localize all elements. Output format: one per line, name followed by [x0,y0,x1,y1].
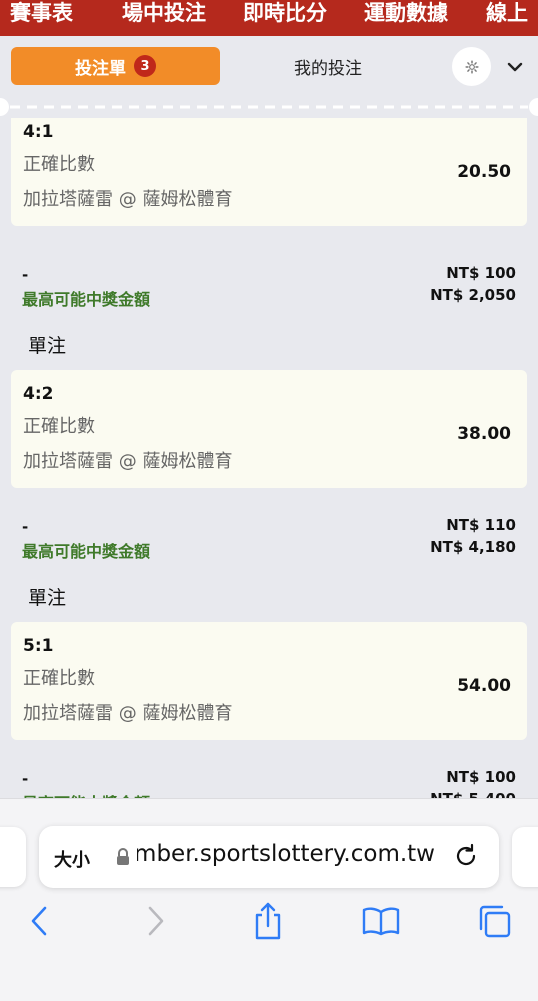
bet-card[interactable]: 4:1 正確比數 加拉塔薩雷 @ 薩姆松體育 20.50 [11,118,527,226]
single-bet-label: 單注 [28,335,67,357]
back-button[interactable] [17,899,61,943]
betslip-count-badge: 3 [134,55,156,77]
bet-score: 4:1 [23,122,54,142]
forward-button[interactable] [134,899,178,943]
max-payout-amount: NT$ 4,180 [430,538,516,556]
bet-odds: 20.50 [457,162,511,182]
bet-market: 正確比數 [23,668,95,689]
max-payout-amount: NT$ 5,400 [430,790,516,798]
bet-match: 加拉塔薩雷 @ 薩姆松體育 [23,189,233,210]
gear-icon [464,59,479,74]
slip-divider [0,98,538,116]
stake-amount[interactable]: NT$ 100 [446,264,516,282]
bet-score: 4:2 [23,384,54,404]
lock-icon [117,848,129,865]
single-bet-label: 單注 [28,587,67,609]
max-payout-label: 最高可能中獎金額 [22,542,151,561]
tab-my-bets[interactable]: 我的投注 [250,47,406,85]
nav-item-live-scores[interactable]: 即時比分 [243,0,327,27]
browser-chrome: 大小 member.sportslottery.com.tw [0,798,538,1001]
reload-icon[interactable] [452,842,480,870]
bet-match: 加拉塔薩雷 @ 薩姆松體育 [23,703,233,724]
settings-button[interactable] [452,47,491,86]
bet-summary: - 最高可能中獎金額 NT$ 110 NT$ 4,180 [0,516,538,568]
tabs-button[interactable] [472,899,516,943]
bet-market: 正確比數 [23,416,95,437]
address-bar[interactable]: 大小 member.sportslottery.com.tw [39,826,499,888]
previous-tab-preview[interactable] [0,827,26,887]
bet-odds: 54.00 [457,676,511,696]
tabs-icon [479,905,511,938]
chevron-right-icon [148,906,164,936]
bet-odds: 38.00 [457,424,511,444]
max-payout-label: 最高可能中獎金額 [22,790,150,798]
collapse-button[interactable] [500,52,530,82]
top-nav: 賽事表 場中投注 即時比分 運動數據 線上 [0,0,538,36]
bet-card[interactable]: 5:1 正確比數 加拉塔薩雷 @ 薩姆松體育 54.00 [11,622,527,740]
stake-amount[interactable]: NT$ 110 [446,516,516,534]
betslip-list[interactable]: 4:1 正確比數 加拉塔薩雷 @ 薩姆松體育 20.50 - 最高可能中獎金額 … [0,118,538,798]
nav-item-sports-data[interactable]: 運動數據 [364,0,448,27]
url-value: member.sportslottery.com.tw [137,841,435,867]
max-payout-amount: NT$ 2,050 [430,286,516,304]
nav-item-live-betting[interactable]: 場中投注 [122,0,206,27]
bookmarks-button[interactable] [359,899,403,943]
nav-item-online[interactable]: 線上 [486,0,528,27]
summary-dash: - [22,266,29,284]
summary-dash: - [22,518,29,536]
book-icon [362,907,400,936]
text-size-button[interactable]: 大小 [54,846,90,872]
chevron-down-icon [507,62,523,72]
next-tab-preview[interactable] [512,827,538,887]
bet-card[interactable]: 4:2 正確比數 加拉塔薩雷 @ 薩姆松體育 38.00 [11,370,527,488]
bet-score: 5:1 [23,636,54,656]
summary-dash: - [22,770,29,788]
stake-amount[interactable]: NT$ 100 [446,768,516,786]
share-button[interactable] [246,899,290,943]
bet-match: 加拉塔薩雷 @ 薩姆松體育 [23,451,233,472]
bet-market: 正確比數 [23,154,95,175]
tab-betslip-label: 投注單 [75,58,126,79]
bet-summary: - 最高可能中獎金額 NT$ 100 NT$ 5,400 [0,768,538,798]
nav-item-schedule[interactable]: 賽事表 [10,0,73,27]
betslip-header: 投注單 3 我的投注 [0,36,538,100]
max-payout-label: 最高可能中獎金額 [22,290,151,309]
bet-summary: - 最高可能中獎金額 NT$ 100 NT$ 2,050 [0,264,538,316]
share-icon [255,902,281,940]
tab-betslip[interactable]: 投注單 3 [11,47,220,85]
chevron-left-icon [31,906,47,936]
url-text: member.sportslottery.com.tw [137,841,435,873]
